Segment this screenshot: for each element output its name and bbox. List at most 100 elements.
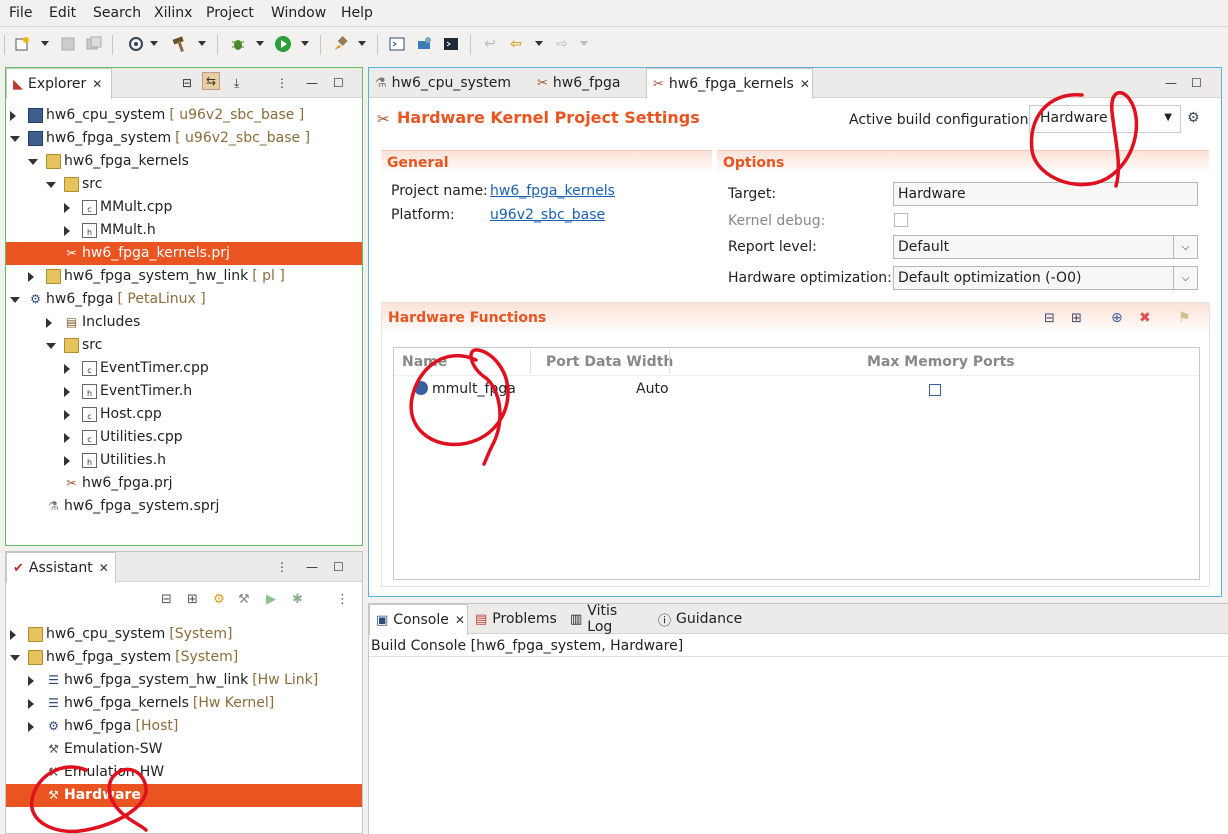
minimize-icon[interactable]: — <box>1165 76 1177 90</box>
view-menu-icon[interactable]: ⋮ <box>276 560 288 574</box>
close-icon[interactable]: ✕ <box>92 77 102 91</box>
build-config-icon[interactable] <box>126 34 146 54</box>
chevron-right-icon[interactable] <box>64 387 70 397</box>
report-level-combo[interactable]: Default ⌵ <box>893 235 1198 259</box>
tab-explorer[interactable]: ◣ Explorer ✕ <box>6 68 112 99</box>
forward-icon[interactable]: ⇨ <box>552 34 572 54</box>
explorer-tree-item[interactable]: ✂ hw6_fpga_kernels.prj <box>6 242 362 265</box>
link-editor-icon[interactable]: ⇆ <box>202 72 221 90</box>
build-hammer-icon[interactable]: ⚒ <box>238 592 250 607</box>
new-icon[interactable] <box>12 34 32 54</box>
chevron-down-icon[interactable] <box>46 182 56 188</box>
close-icon[interactable]: ✕ <box>800 77 810 91</box>
build-dropdown-icon[interactable] <box>198 41 206 46</box>
chevron-down-icon[interactable] <box>10 136 20 142</box>
table-row[interactable]: mmult_fpga Auto <box>394 378 1199 402</box>
save-all-icon[interactable] <box>84 34 104 54</box>
build-hammer-icon[interactable] <box>170 34 190 54</box>
chevron-right-icon[interactable] <box>64 410 70 420</box>
chevron-down-icon[interactable] <box>10 655 20 661</box>
col-max-mem-ports[interactable]: Max Memory Ports <box>867 354 1015 370</box>
chevron-right-icon[interactable] <box>64 456 70 466</box>
chevron-right-icon[interactable] <box>28 676 34 686</box>
collapse-all-icon[interactable]: ⊟ <box>161 592 172 607</box>
tab-console[interactable]: ▣ Console ✕ <box>369 604 468 635</box>
explorer-tree-item[interactable]: c Utilities.cpp <box>6 426 362 449</box>
project-name-link[interactable]: hw6_fpga_kernels <box>490 183 615 199</box>
chevron-right-icon[interactable] <box>10 630 16 640</box>
explorer-tree-item[interactable]: h MMult.h <box>6 219 362 242</box>
external-tools-dropdown-icon[interactable] <box>358 41 366 46</box>
expand-all-icon[interactable]: ⊞ <box>1071 311 1082 326</box>
collapse-all-icon[interactable]: ⊟ <box>182 76 192 90</box>
explorer-tree-item[interactable]: hw6_fpga_system[ u96v2_sbc_base ] <box>6 127 362 150</box>
terminal-icon[interactable] <box>387 34 407 54</box>
collapse-all-icon[interactable]: ⊟ <box>1044 311 1055 326</box>
last-edit-icon[interactable]: ↩ <box>480 34 500 54</box>
assistant-tree-item[interactable]: ⚙ hw6_fpga [Host] <box>6 715 362 738</box>
explorer-tree-item[interactable]: ▤ Includes <box>6 311 362 334</box>
col-port-width[interactable]: Port Data Width <box>546 354 673 370</box>
explorer-tree-item[interactable]: src <box>6 334 362 357</box>
maximize-icon[interactable]: ☐ <box>1191 76 1202 90</box>
explorer-tree-item[interactable]: c EventTimer.cpp <box>6 357 362 380</box>
view-menu-icon[interactable]: ⋮ <box>336 592 349 607</box>
add-function-icon[interactable]: ⊕ <box>1111 310 1123 326</box>
external-tools-icon[interactable] <box>330 34 350 54</box>
menu-project[interactable]: Project <box>206 5 254 21</box>
chevron-right-icon[interactable] <box>28 722 34 732</box>
assistant-tree-item[interactable]: ☰ hw6_fpga_system_hw_link [Hw Link] <box>6 669 362 692</box>
tab-hw6-cpu-system[interactable]: ⚗ hw6_cpu_system <box>369 68 531 98</box>
run-icon[interactable] <box>273 34 293 54</box>
view-menu-icon[interactable]: ⋮ <box>276 76 288 90</box>
chevron-right-icon[interactable] <box>10 111 16 121</box>
tab-vitis-log[interactable]: ▥ Vitis Log <box>564 603 652 635</box>
debug-dropdown-icon[interactable] <box>256 41 264 46</box>
assistant-tree-item[interactable]: hw6_fpga_system [System] <box>6 646 362 669</box>
tab-hw6-fpga-kernels[interactable]: ✂ hw6_fpga_kernels ✕ <box>646 68 813 99</box>
menu-window[interactable]: Window <box>271 5 326 21</box>
manage-configs-icon[interactable]: ⚙ <box>1187 110 1200 126</box>
save-icon[interactable] <box>58 34 78 54</box>
minimize-icon[interactable]: — <box>306 76 318 90</box>
explorer-tree-item[interactable]: h EventTimer.h <box>6 380 362 403</box>
assistant-tree-item[interactable]: ⚒ Emulation-HW <box>6 761 362 784</box>
chevron-right-icon[interactable] <box>28 272 34 282</box>
tab-hw6-fpga[interactable]: ✂ hw6_fpga <box>531 68 646 98</box>
explorer-tree-item[interactable]: c Host.cpp <box>6 403 362 426</box>
hls-icon[interactable]: ⚑ <box>1178 310 1191 326</box>
chevron-right-icon[interactable] <box>46 318 52 328</box>
assistant-tree-item[interactable]: ⚒ Emulation-SW <box>6 738 362 761</box>
minimize-icon[interactable]: — <box>306 560 318 574</box>
menu-search[interactable]: Search <box>93 5 141 21</box>
col-name[interactable]: Name <box>402 354 447 370</box>
explorer-tree-item[interactable]: ⚙ hw6_fpga[ PetaLinux ] <box>6 288 362 311</box>
forward-dropdown-icon[interactable] <box>580 41 588 46</box>
import-icon[interactable]: ⤓ <box>234 76 239 91</box>
chevron-right-icon[interactable] <box>64 364 70 374</box>
settings-gear-icon[interactable]: ⚙ <box>213 592 225 607</box>
tab-problems[interactable]: ▤ Problems <box>469 604 563 634</box>
platform-link[interactable]: u96v2_sbc_base <box>490 207 605 223</box>
debug-icon[interactable]: ✱ <box>292 592 303 607</box>
debug-icon[interactable] <box>228 34 248 54</box>
maximize-icon[interactable]: ☐ <box>333 560 344 574</box>
console-view-icon[interactable] <box>441 34 461 54</box>
assistant-tree-item[interactable]: hw6_cpu_system [System] <box>6 623 362 646</box>
chevron-right-icon[interactable] <box>64 433 70 443</box>
kernel-debug-checkbox[interactable] <box>894 213 908 227</box>
close-icon[interactable]: ✕ <box>455 613 465 627</box>
explorer-tree-item[interactable]: ⚗ hw6_fpga_system.sprj <box>6 495 362 518</box>
chevron-right-icon[interactable] <box>64 203 70 213</box>
explorer-tree-item[interactable]: hw6_fpga_system_hw_link[ pl ] <box>6 265 362 288</box>
build-config-dropdown-icon[interactable] <box>150 41 158 46</box>
assistant-tree-item[interactable]: ⚒ Hardware <box>6 784 362 807</box>
active-build-combo[interactable]: Hardware ▼ <box>1029 105 1181 133</box>
max-mem-ports-checkbox[interactable] <box>929 384 941 396</box>
explorer-tree-item[interactable]: h Utilities.h <box>6 449 362 472</box>
run-dropdown-icon[interactable] <box>301 41 309 46</box>
menu-xilinx[interactable]: Xilinx <box>154 5 192 21</box>
back-icon[interactable]: ⇦ <box>506 34 526 54</box>
hw-opt-combo[interactable]: Default optimization (-O0) ⌵ <box>893 266 1198 290</box>
run-icon[interactable]: ▶ <box>266 592 276 607</box>
